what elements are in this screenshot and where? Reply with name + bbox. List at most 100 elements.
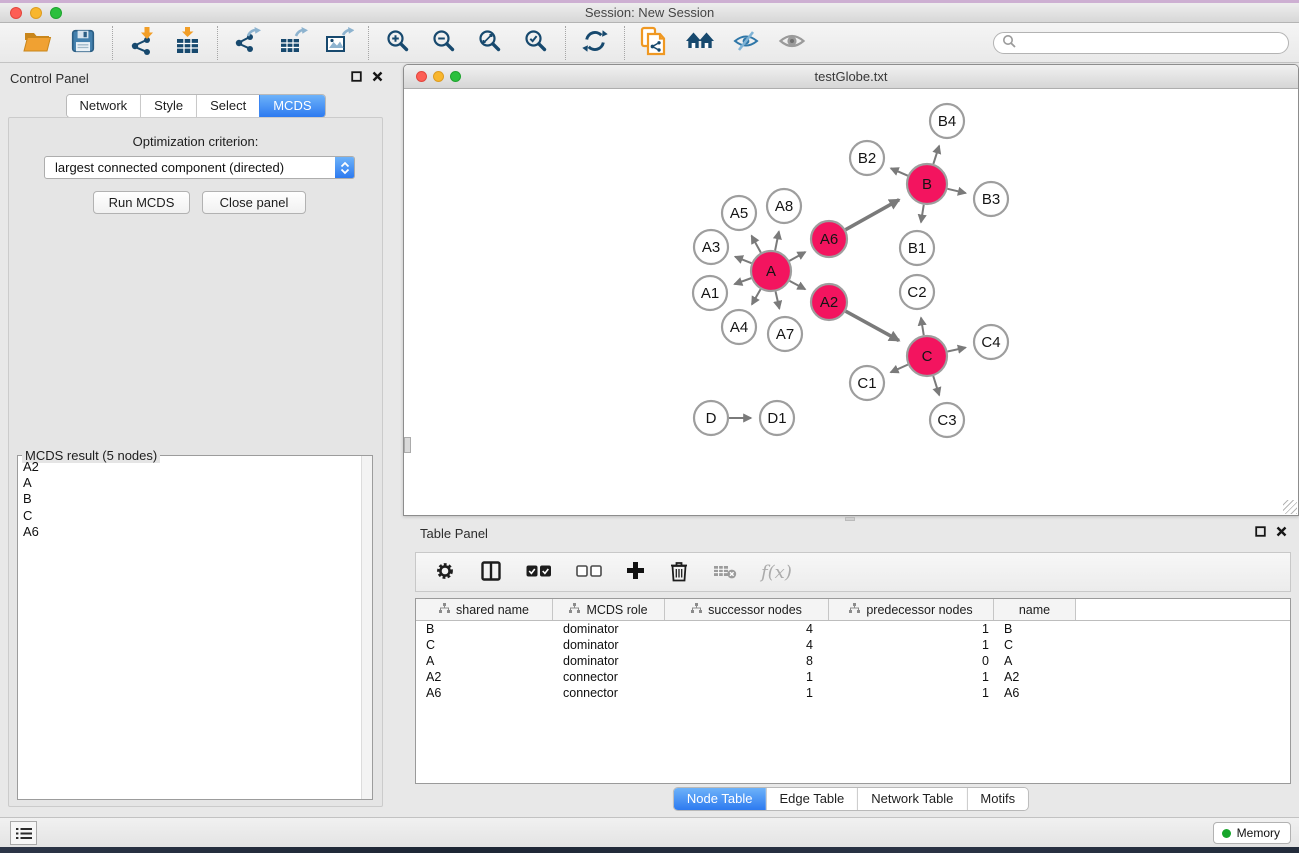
close-window-button[interactable]	[10, 7, 22, 19]
column-header-shared-name[interactable]: shared name	[416, 599, 553, 620]
table-cell[interactable]: B	[994, 622, 1076, 636]
tab-motifs[interactable]: Motifs	[966, 788, 1028, 810]
zoom-window-button[interactable]	[50, 7, 62, 19]
graph-node-C3[interactable]: C3	[930, 403, 964, 437]
mcds-result-list[interactable]: A2ABCA6	[19, 459, 361, 798]
table-row[interactable]: Adominator80A	[416, 653, 1290, 669]
table-cell[interactable]: 1	[829, 638, 994, 652]
deselect-all-button[interactable]	[576, 563, 602, 582]
graph-node-A8[interactable]: A8	[767, 189, 801, 223]
graph-node-A4[interactable]: A4	[722, 310, 756, 344]
toggle-columns-button[interactable]	[480, 560, 502, 585]
tab-style[interactable]: Style	[140, 95, 196, 117]
table-options-button[interactable]	[434, 560, 456, 585]
table-cell[interactable]: 1	[829, 622, 994, 636]
table-cell[interactable]: 1	[665, 686, 829, 700]
search-box[interactable]	[993, 32, 1289, 54]
delete-button[interactable]	[669, 559, 689, 585]
function-builder-button[interactable]: f(x)	[761, 562, 792, 583]
main-titlebar[interactable]: Session: New Session	[0, 3, 1299, 23]
export-table-button[interactable]	[276, 26, 310, 60]
graph-node-A7[interactable]: A7	[768, 317, 802, 351]
table-cell[interactable]: 8	[665, 654, 829, 668]
graph-node-A5[interactable]: A5	[722, 196, 756, 230]
graph-node-A3[interactable]: A3	[694, 230, 728, 264]
column-header-successor-nodes[interactable]: successor nodes	[665, 599, 829, 620]
window-resize-grip[interactable]	[1283, 500, 1297, 514]
table-row[interactable]: A2connector11A2	[416, 669, 1290, 685]
tab-select[interactable]: Select	[196, 95, 259, 117]
table-cell[interactable]: 1	[829, 686, 994, 700]
table-cell[interactable]: B	[416, 622, 553, 636]
table-cell[interactable]: 4	[665, 622, 829, 636]
select-all-button[interactable]	[526, 563, 552, 582]
import-table-button[interactable]	[171, 26, 205, 60]
table-cell[interactable]: 0	[829, 654, 994, 668]
tab-network-table[interactable]: Network Table	[857, 788, 966, 810]
table-cell[interactable]: A	[416, 654, 553, 668]
hide-panels-button[interactable]	[729, 26, 763, 60]
show-eye-button[interactable]	[775, 26, 809, 60]
zoom-selected-button[interactable]	[519, 26, 553, 60]
network-canvas[interactable]: B4B2BB3A8A5A6B1A3AC2A1A2A4A7C4CC1C3DD1	[404, 89, 1298, 515]
tab-node-table[interactable]: Node Table	[674, 788, 766, 810]
table-cell[interactable]: A6	[994, 686, 1076, 700]
table-cell[interactable]: A2	[994, 670, 1076, 684]
result-scrollbar[interactable]	[361, 456, 372, 799]
task-history-button[interactable]	[10, 821, 37, 845]
run-mcds-button[interactable]: Run MCDS	[93, 191, 190, 214]
graph-node-A[interactable]: A	[751, 251, 791, 291]
table-cell[interactable]: dominator	[553, 638, 665, 652]
result-item[interactable]: A2	[23, 459, 361, 475]
table-cell[interactable]: dominator	[553, 622, 665, 636]
import-network-button[interactable]	[125, 26, 159, 60]
graph-node-B[interactable]: B	[907, 164, 947, 204]
zoom-fit-button[interactable]	[473, 26, 507, 60]
zoom-in-button[interactable]	[381, 26, 415, 60]
duplicate-network-button[interactable]	[637, 26, 671, 60]
graph-node-C2[interactable]: C2	[900, 275, 934, 309]
column-header-predecessor-nodes[interactable]: predecessor nodes	[829, 599, 994, 620]
table-row[interactable]: Bdominator41B	[416, 621, 1290, 637]
graph-node-A6[interactable]: A6	[811, 221, 847, 257]
delete-table-button[interactable]	[713, 563, 737, 582]
graph-node-C4[interactable]: C4	[974, 325, 1008, 359]
table-cell[interactable]: connector	[553, 686, 665, 700]
table-cell[interactable]: 1	[829, 670, 994, 684]
close-panel-action-button[interactable]: Close panel	[202, 191, 306, 214]
memory-button[interactable]: Memory	[1213, 822, 1291, 844]
column-header-name[interactable]: name	[994, 599, 1076, 620]
home-button[interactable]	[683, 26, 717, 60]
graph-node-B1[interactable]: B1	[900, 231, 934, 265]
search-input[interactable]	[1021, 35, 1280, 51]
result-item[interactable]: C	[23, 508, 361, 524]
column-header-MCDS-role[interactable]: MCDS role	[553, 599, 665, 620]
save-session-button[interactable]	[66, 26, 100, 60]
criterion-select[interactable]: largest connected component (directed)	[44, 156, 355, 179]
tab-network[interactable]: Network	[66, 95, 140, 117]
network-zoom-button[interactable]	[450, 71, 461, 82]
result-item[interactable]: B	[23, 491, 361, 507]
table-cell[interactable]: connector	[553, 670, 665, 684]
table-close-button[interactable]	[1276, 526, 1287, 537]
add-button[interactable]	[626, 561, 645, 583]
graph-node-D1[interactable]: D1	[760, 401, 794, 435]
table-row[interactable]: A6connector11A6	[416, 685, 1290, 701]
graph-node-B4[interactable]: B4	[930, 104, 964, 138]
graph-node-D[interactable]: D	[694, 401, 728, 435]
node-table[interactable]: shared nameMCDS rolesuccessor nodesprede…	[415, 598, 1291, 784]
table-cell[interactable]: 1	[665, 670, 829, 684]
zoom-out-button[interactable]	[427, 26, 461, 60]
float-panel-button[interactable]	[351, 71, 362, 82]
close-panel-button[interactable]	[372, 71, 383, 82]
network-window-titlebar[interactable]: testGlobe.txt	[404, 65, 1298, 89]
table-cell[interactable]: dominator	[553, 654, 665, 668]
table-row[interactable]: Cdominator41C	[416, 637, 1290, 653]
table-cell[interactable]: C	[994, 638, 1076, 652]
network-close-button[interactable]	[416, 71, 427, 82]
export-network-button[interactable]	[230, 26, 264, 60]
table-cell[interactable]: A6	[416, 686, 553, 700]
result-item[interactable]: A6	[23, 524, 361, 540]
network-minimize-button[interactable]	[433, 71, 444, 82]
graph-node-C[interactable]: C	[907, 336, 947, 376]
